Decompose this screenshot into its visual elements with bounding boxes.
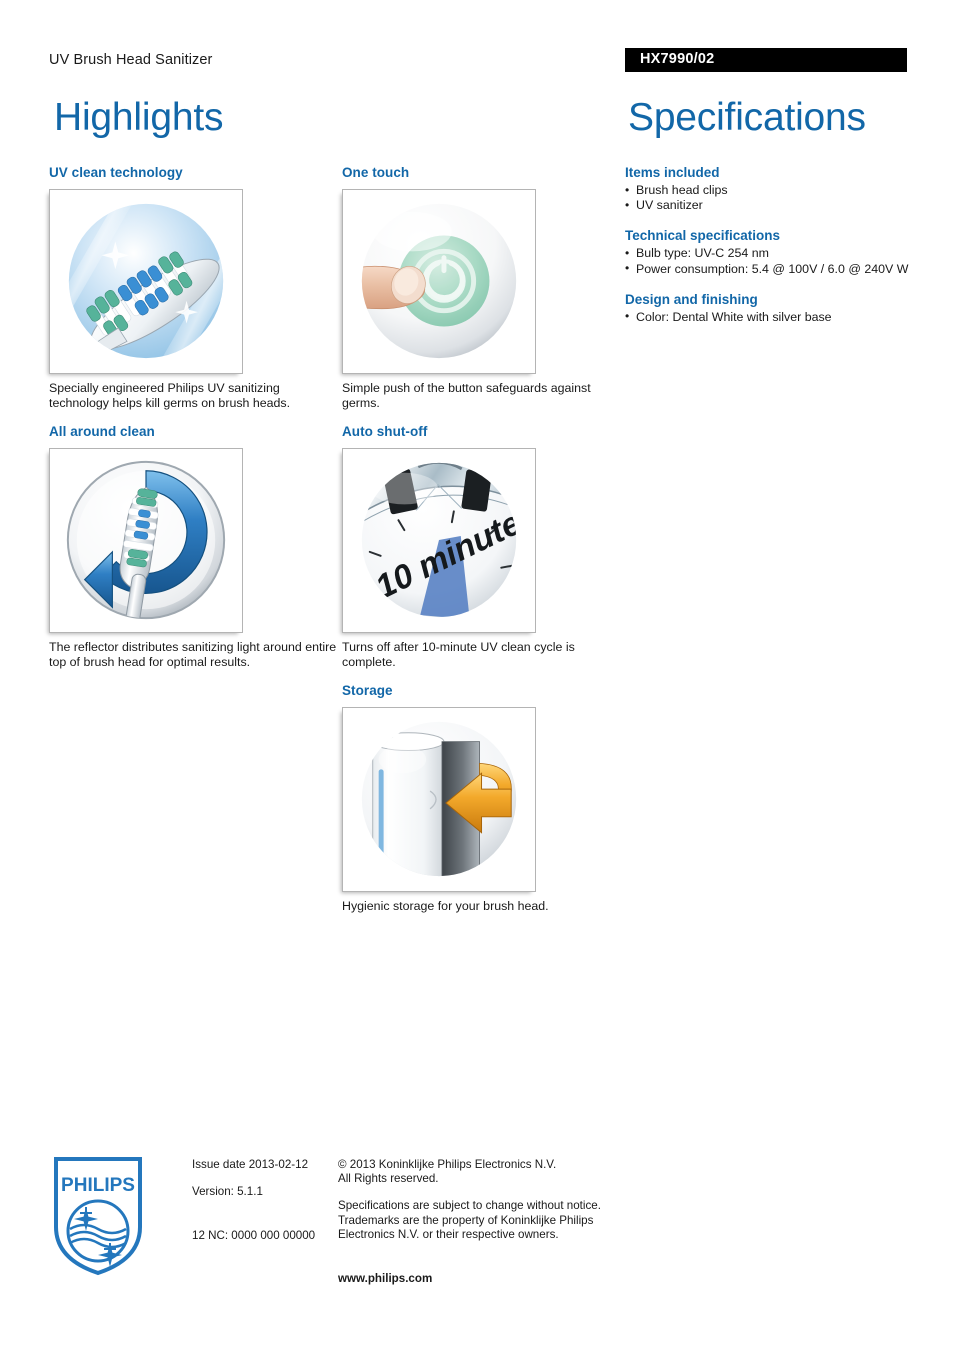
spec-item: Brush head clips — [625, 182, 930, 198]
footer-legal-column: © 2013 Koninklijke Philips Electronics N… — [338, 1158, 628, 1286]
website-link[interactable]: www.philips.com — [338, 1272, 628, 1286]
feature-caption: The reflector distributes sanitizing lig… — [49, 640, 337, 669]
feature-auto-shut-off: Auto shut-off 10 minute Turns off after … — [342, 424, 632, 669]
uv-clean-technology-image — [49, 189, 243, 374]
highlights-title: Highlights — [54, 96, 224, 139]
product-code-label: HX7990/02 — [640, 51, 715, 67]
copyright-line-2: All Rights reserved. — [338, 1172, 439, 1186]
all-around-clean-image — [49, 448, 243, 634]
product-line-name: UV Brush Head Sanitizer — [49, 52, 213, 68]
feature-heading: Auto shut-off — [342, 424, 428, 440]
feature-one-touch: One touch Simple push of the button safe… — [342, 165, 632, 410]
footer-meta-column: Issue date 2013-02-12 Version: 5.1.1 12 … — [192, 1158, 332, 1244]
feature-caption: Hygienic storage for your brush head. — [342, 899, 549, 914]
auto-shut-off-image: 10 minute — [342, 448, 536, 634]
disclaimer-line-3: Electronics N.V. or their respective own… — [338, 1227, 559, 1241]
disclaimer-line-1: Specifications are subject to change wit… — [338, 1199, 601, 1213]
nc-code: 12 NC: 0000 000 00000 — [192, 1229, 316, 1243]
specifications-title: Specifications — [628, 96, 866, 139]
feature-heading: Storage — [342, 683, 393, 699]
feature-uv-clean-technology: UV clean technology Specially engineered… — [49, 165, 339, 410]
spec-item: Color: Dental White with silver base — [625, 309, 930, 325]
spec-item: Power consumption: 5.4 @ 100V / 6.0 @ 24… — [625, 261, 930, 277]
spec-group-technical-specifications: Technical specifications Bulb type: UV-C… — [625, 228, 930, 276]
version: Version: 5.1.1 — [192, 1185, 263, 1199]
feature-all-around-clean: All around clean The reflector distribut… — [49, 424, 339, 669]
spec-group-heading: Items included — [625, 165, 720, 180]
datasheet-page: UV Brush Head Sanitizer HX7990/02 Highli… — [0, 0, 954, 1350]
spec-group-design-and-finishing: Design and finishing Color: Dental White… — [625, 292, 930, 325]
issue-date: Issue date 2013-02-12 — [192, 1158, 309, 1171]
feature-heading: All around clean — [49, 424, 155, 440]
philips-logo: PHILIPS — [52, 1155, 144, 1277]
spec-group-items-included: Items included Brush head clips UV sanit… — [625, 165, 930, 213]
feature-caption: Specially engineered Philips UV sanitizi… — [49, 381, 291, 410]
highlights-left-column: UV clean technology Specially engineered… — [49, 165, 339, 683]
feature-caption: Turns off after 10-minute UV clean cycle… — [342, 640, 575, 669]
disclaimer-line-2: Trademarks are the property of Koninklij… — [338, 1213, 594, 1227]
specifications-column: Items included Brush head clips UV sanit… — [625, 165, 930, 340]
feature-heading: UV clean technology — [49, 165, 183, 180]
spec-item: UV sanitizer — [625, 198, 930, 213]
one-touch-image — [342, 189, 536, 374]
storage-image — [342, 707, 536, 893]
spec-group-heading: Technical specifications — [625, 228, 781, 244]
spec-group-heading: Design and finishing — [625, 291, 758, 307]
feature-storage: Storage Hygienic storage for your brush … — [342, 683, 632, 914]
highlights-middle-column: One touch Simple push of the button safe… — [342, 165, 632, 928]
feature-heading: One touch — [342, 165, 410, 180]
spec-item: Bulb type: UV-C 254 nm — [625, 246, 930, 261]
product-code-bar: HX7990/02 — [625, 48, 907, 72]
copyright-line-1: © 2013 Koninklijke Philips Electronics N… — [338, 1158, 557, 1171]
feature-caption: Simple push of the button safeguards aga… — [342, 381, 591, 410]
philips-wordmark: PHILIPS — [61, 1175, 135, 1196]
